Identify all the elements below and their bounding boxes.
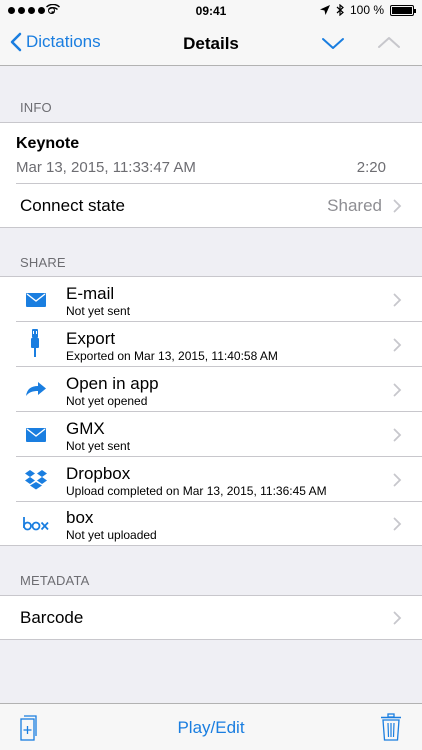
envelope-icon — [26, 293, 46, 307]
back-button-label: Dictations — [26, 32, 101, 51]
share-arrow-icon — [26, 382, 46, 396]
share-item-dropbox[interactable]: Dropbox Upload completed on Mar 13, 2015… — [0, 457, 422, 502]
chevron-right-icon — [393, 293, 402, 307]
chevron-right-icon — [393, 199, 402, 213]
share-item-subtitle: Not yet sent — [66, 304, 131, 318]
share-group: E-mail Not yet sent Export Exported on M… — [0, 276, 422, 546]
dropbox-icon — [25, 470, 47, 490]
share-item-gmx[interactable]: GMX Not yet sent — [0, 412, 422, 457]
recording-info-cell: Keynote Mar 13, 2015, 11:33:47 AM 2:20 — [0, 123, 422, 184]
share-item-title: Dropbox — [66, 464, 131, 483]
connect-state-row[interactable]: Connect state Shared — [0, 184, 422, 228]
bluetooth-icon — [336, 4, 344, 16]
box-logo-icon — [23, 517, 49, 531]
share-item-open-in-app[interactable]: Open in app Not yet opened — [0, 367, 422, 412]
share-item-email[interactable]: E-mail Not yet sent — [0, 277, 422, 322]
navigation-bar: Dictations Details — [0, 22, 422, 66]
share-item-subtitle: Not yet uploaded — [66, 528, 157, 542]
status-bar: 09:41 100 % — [0, 0, 422, 22]
connect-state-label: Connect state — [20, 196, 125, 215]
location-arrow-icon — [319, 5, 330, 15]
chevron-right-icon — [393, 517, 402, 531]
recording-duration: 2:20 — [356, 159, 386, 176]
recording-date: Mar 13, 2015, 11:33:47 AM — [16, 159, 196, 176]
share-item-title: Open in app — [66, 374, 159, 393]
battery-icon — [390, 4, 416, 16]
share-item-title: GMX — [66, 419, 105, 438]
share-item-title: box — [66, 508, 94, 527]
previous-item-button[interactable] — [376, 34, 402, 52]
metadata-section-header: METADATA — [20, 573, 90, 588]
chevron-left-icon — [10, 32, 22, 52]
share-section-header: SHARE — [20, 255, 66, 270]
share-item-title: Export — [66, 329, 116, 348]
share-item-subtitle: Not yet opened — [66, 394, 148, 408]
connect-state-value: Shared — [327, 196, 382, 215]
chevron-right-icon — [393, 383, 402, 397]
share-item-subtitle: Upload completed on Mar 13, 2015, 11:36:… — [66, 484, 327, 498]
chevron-right-icon — [393, 428, 402, 442]
share-item-subtitle: Not yet sent — [66, 439, 131, 453]
share-item-export[interactable]: Export Exported on Mar 13, 2015, 11:40:5… — [0, 322, 422, 367]
barcode-label: Barcode — [20, 608, 84, 627]
share-item-title: E-mail — [66, 284, 115, 303]
usb-plug-icon — [31, 329, 39, 357]
battery-percent: 100 % — [349, 3, 384, 17]
chevron-right-icon — [393, 473, 402, 487]
next-item-button[interactable] — [320, 34, 346, 52]
info-section-header: INFO — [20, 100, 52, 115]
info-group: Keynote Mar 13, 2015, 11:33:47 AM 2:20 C… — [0, 122, 422, 228]
share-item-box[interactable]: box Not yet uploaded — [0, 502, 422, 546]
back-button[interactable]: Dictations — [10, 32, 101, 52]
play-edit-button[interactable]: Play/Edit — [0, 718, 422, 738]
envelope-icon — [26, 428, 46, 442]
share-item-subtitle: Exported on Mar 13, 2015, 11:40:58 AM — [66, 349, 278, 363]
recording-name: Keynote — [16, 135, 80, 152]
chevron-right-icon — [393, 338, 402, 352]
metadata-group: Barcode — [0, 595, 422, 640]
bottom-toolbar: Play/Edit — [0, 703, 422, 750]
barcode-row[interactable]: Barcode — [0, 596, 422, 639]
chevron-right-icon — [393, 611, 402, 625]
trash-icon[interactable] — [380, 713, 402, 741]
